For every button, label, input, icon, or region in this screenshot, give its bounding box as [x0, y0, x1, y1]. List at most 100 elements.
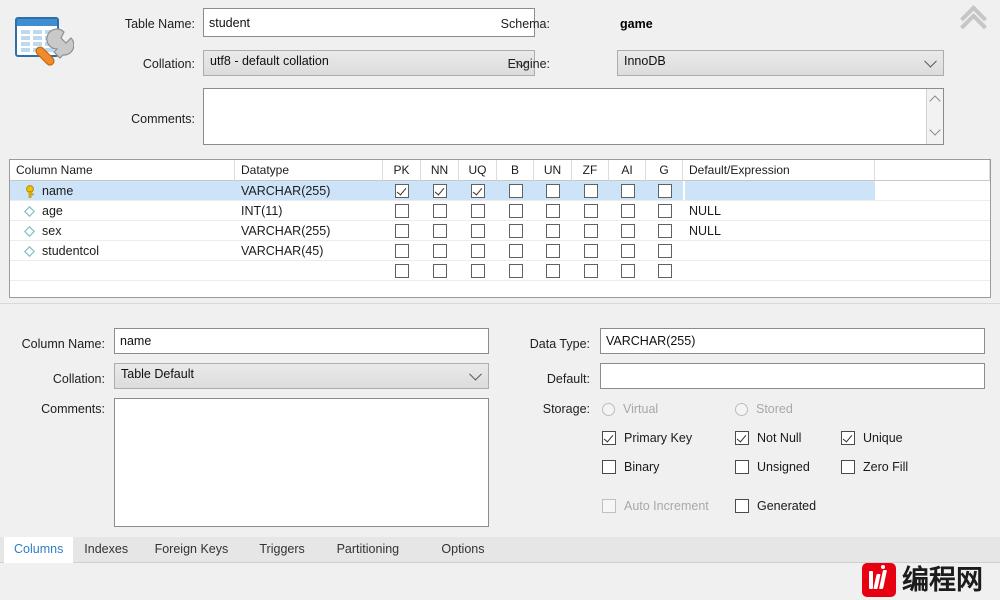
- cell-default[interactable]: [683, 241, 875, 261]
- tab-partitioning[interactable]: Partitioning: [327, 537, 410, 563]
- checkbox-un[interactable]: [546, 244, 560, 258]
- checkbox-nn[interactable]: [433, 204, 447, 218]
- cell-name[interactable]: studentcol: [10, 241, 235, 261]
- checkbox-ai[interactable]: [620, 224, 635, 238]
- grid-header-ai[interactable]: AI: [609, 160, 646, 181]
- checkbox-ai[interactable]: [620, 204, 635, 218]
- checkbox-binary[interactable]: [602, 460, 616, 474]
- checkbox-nn[interactable]: [433, 184, 447, 198]
- checkbox-g[interactable]: [657, 244, 672, 258]
- cell-default[interactable]: NULL: [683, 201, 875, 221]
- checkbox-b[interactable]: [508, 244, 523, 258]
- tab-options[interactable]: Options: [431, 537, 494, 563]
- tab-triggers[interactable]: Triggers: [249, 537, 314, 563]
- checkbox-nn[interactable]: [433, 244, 447, 258]
- grid-header-uq[interactable]: UQ: [459, 160, 497, 181]
- checkbox-un[interactable]: [546, 264, 560, 278]
- checkbox-pk[interactable]: [395, 244, 409, 258]
- table-row[interactable]: sex VARCHAR(255) NULL: [10, 221, 990, 241]
- checkbox-pk[interactable]: [395, 224, 409, 238]
- checkbox-auto-increment[interactable]: [602, 499, 616, 513]
- grid-header-pk[interactable]: PK: [383, 160, 421, 181]
- columns-grid[interactable]: Column Name Datatype PK NN UQ B UN ZF AI G Default…: [9, 159, 991, 298]
- checkbox-pk[interactable]: [395, 264, 409, 278]
- tab-indexes[interactable]: Indexes: [74, 537, 138, 563]
- checkbox-b[interactable]: [508, 224, 523, 238]
- tab-columns[interactable]: Columns: [4, 537, 74, 563]
- checkbox-un[interactable]: [546, 224, 560, 238]
- grid-header-zf[interactable]: ZF: [572, 160, 609, 181]
- checkbox-un[interactable]: [546, 204, 560, 218]
- cell-name[interactable]: sex: [10, 221, 235, 241]
- cell-datatype[interactable]: VARCHAR(255): [235, 221, 383, 241]
- engine-select[interactable]: InnoDB: [617, 50, 944, 76]
- cell-datatype[interactable]: [235, 261, 383, 281]
- checkbox-pk[interactable]: [395, 204, 409, 218]
- checkbox-ai[interactable]: [620, 244, 635, 258]
- tab-foreign-keys[interactable]: Foreign Keys: [145, 537, 239, 563]
- checkbox-uq[interactable]: [471, 204, 485, 218]
- editor-tab-bar[interactable]: Columns Indexes Foreign Keys Triggers Partit…: [0, 537, 1000, 563]
- cell-default[interactable]: NULL: [683, 221, 875, 241]
- checkbox-zf[interactable]: [583, 224, 598, 238]
- checkbox-ai[interactable]: [620, 184, 635, 198]
- cell-default[interactable]: [683, 261, 875, 281]
- checkbox-nn[interactable]: [433, 224, 447, 238]
- checkbox-pk[interactable]: [395, 184, 409, 198]
- cell-datatype[interactable]: VARCHAR(255): [235, 181, 383, 201]
- checkbox-uq[interactable]: [471, 264, 485, 278]
- grid-header-tail[interactable]: [875, 160, 990, 181]
- checkbox-g[interactable]: [657, 204, 672, 218]
- collapse-panel-button[interactable]: [960, 5, 990, 40]
- grid-header-un[interactable]: UN: [534, 160, 572, 181]
- checkbox-b[interactable]: [508, 184, 523, 198]
- checkbox-un[interactable]: [546, 184, 560, 198]
- grid-header-b[interactable]: B: [497, 160, 534, 181]
- checkbox-b[interactable]: [508, 204, 523, 218]
- cell-name[interactable]: name: [10, 181, 235, 201]
- grid-header-nn[interactable]: NN: [421, 160, 459, 181]
- checkbox-unique[interactable]: [841, 431, 855, 445]
- checkbox-zf[interactable]: [583, 244, 598, 258]
- detail-comments-textarea[interactable]: [114, 398, 489, 527]
- radio-stored[interactable]: [735, 403, 748, 416]
- checkbox-nn[interactable]: [433, 264, 447, 278]
- checkbox-zf[interactable]: [583, 204, 598, 218]
- checkbox-uq[interactable]: [471, 224, 485, 238]
- checkbox-generated[interactable]: [735, 499, 749, 513]
- checkbox-g[interactable]: [657, 184, 672, 198]
- checkbox-primary-key[interactable]: [602, 431, 616, 445]
- table-row[interactable]: name VARCHAR(255): [10, 181, 990, 201]
- cell-datatype[interactable]: VARCHAR(45): [235, 241, 383, 261]
- checkbox-uq[interactable]: [471, 184, 485, 198]
- checkbox-ai[interactable]: [620, 264, 635, 278]
- scroll-down-icon[interactable]: [929, 124, 941, 136]
- table-row[interactable]: studentcol VARCHAR(45): [10, 241, 990, 261]
- table-row[interactable]: [10, 261, 990, 281]
- checkbox-b[interactable]: [508, 264, 523, 278]
- cell-name[interactable]: age: [10, 201, 235, 221]
- grid-header-datatype[interactable]: Datatype: [235, 160, 383, 181]
- cell-default[interactable]: [683, 181, 875, 201]
- option-unsigned-label: Unsigned: [757, 460, 810, 474]
- detail-default-input[interactable]: [600, 363, 985, 389]
- table-row[interactable]: age INT(11) NULL: [10, 201, 990, 221]
- radio-virtual[interactable]: [602, 403, 615, 416]
- checkbox-zf[interactable]: [583, 264, 598, 278]
- scroll-up-icon[interactable]: [929, 95, 941, 107]
- data-type-input[interactable]: VARCHAR(255): [600, 328, 985, 354]
- checkbox-g[interactable]: [657, 264, 672, 278]
- checkbox-zero-fill[interactable]: [841, 460, 855, 474]
- checkbox-zf[interactable]: [583, 184, 598, 198]
- checkbox-g[interactable]: [657, 224, 672, 238]
- cell-datatype[interactable]: INT(11): [235, 201, 383, 221]
- table-comments-textarea[interactable]: [203, 88, 944, 145]
- grid-header-default[interactable]: Default/Expression: [683, 160, 875, 181]
- checkbox-unsigned[interactable]: [735, 460, 749, 474]
- checkbox-uq[interactable]: [471, 244, 485, 258]
- comments-scrollbar[interactable]: [926, 89, 943, 144]
- cell-name[interactable]: [10, 261, 235, 281]
- checkbox-not-null[interactable]: [735, 431, 749, 445]
- grid-header-name[interactable]: Column Name: [10, 160, 235, 181]
- grid-header-g[interactable]: G: [646, 160, 683, 181]
